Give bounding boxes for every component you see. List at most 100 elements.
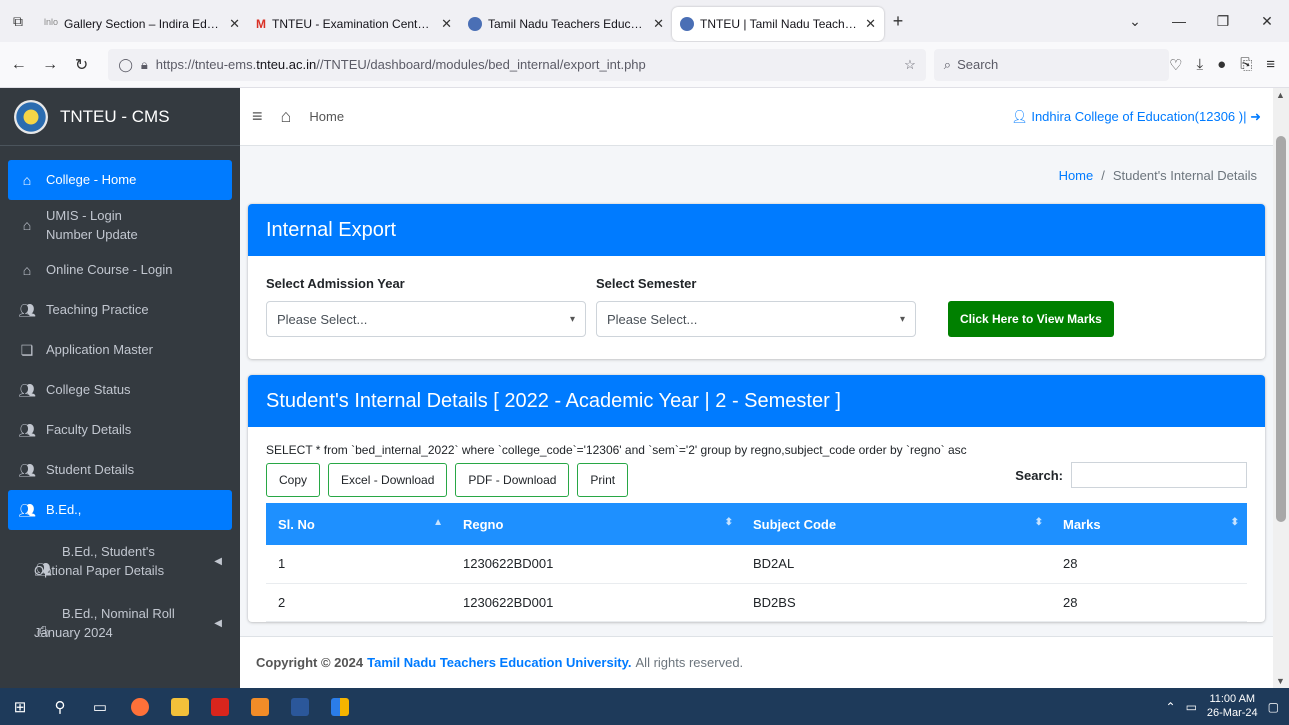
extensions-icon[interactable]: ⎘: [1240, 56, 1252, 74]
close-tab-icon[interactable]: ✕: [229, 16, 240, 32]
semester-select[interactable]: Please Select... ▾: [596, 301, 916, 337]
column-header-marks[interactable]: Marks ⬍: [1051, 503, 1247, 545]
sidebar-item-application-master[interactable]: ❏ Application Master: [8, 330, 232, 370]
view-marks-button[interactable]: Click Here to View Marks: [948, 301, 1114, 337]
paint-app-icon[interactable]: [240, 688, 280, 725]
sidebar-item-student-details[interactable]: 👥︎ Student Details: [8, 450, 232, 490]
page-footer: Copyright © 2024 Tamil Nadu Teachers Edu…: [240, 636, 1273, 688]
sort-icon: ▲: [433, 517, 443, 528]
print-button[interactable]: Print: [577, 463, 629, 497]
column-header-subject-code[interactable]: Subject Code ⬍: [741, 503, 1051, 545]
pocket-icon[interactable]: ♡: [1169, 56, 1182, 74]
tab-title: TNTEU - Examination Centers -: [272, 17, 436, 31]
toolbar-right: ♡ ⤓ ● ⎘ ≡: [1169, 56, 1289, 74]
sidebar-item-umis-login[interactable]: ⌂ UMIS - Login Number Update: [8, 200, 232, 250]
home-icon: ⌂: [22, 217, 32, 233]
url-bar[interactable]: ◯ 🔒︎ https://tnteu-ems.tnteu.ac.in//TNTE…: [108, 48, 926, 81]
close-window-icon[interactable]: ✕: [1245, 13, 1289, 30]
windows-taskbar: ⊞ ⚲ ▭ ⌃ ▭ 11:00 AM 26-Mar-24 ▢: [0, 688, 1289, 725]
favicon-icon: [468, 17, 482, 31]
firefox-icon[interactable]: [120, 688, 160, 725]
copy-button[interactable]: Copy: [266, 463, 321, 497]
column-header-regno[interactable]: Regno ⬍: [451, 503, 741, 545]
column-header-slno[interactable]: Sl. No ▲: [266, 503, 451, 545]
breadcrumb-current: Student's Internal Details: [1112, 167, 1257, 183]
task-view-icon[interactable]: ▭: [80, 688, 120, 725]
sidebar-item-teaching-practice[interactable]: 👥︎ Teaching Practice: [8, 290, 232, 330]
admission-year-label: Select Admission Year: [266, 276, 405, 291]
home-link[interactable]: Home: [309, 109, 344, 124]
search-icon[interactable]: ⚲: [40, 688, 80, 725]
hamburger-icon[interactable]: ≡: [252, 106, 263, 127]
sidebar-item-college-home[interactable]: ⌂ College - Home: [8, 160, 232, 200]
account-icon[interactable]: ●: [1217, 56, 1226, 74]
lock-icon[interactable]: 🔒︎: [141, 57, 148, 73]
sidebar-item-nominal-roll[interactable]: ⎙ B.Ed., Nominal Roll January 2024 ◀: [8, 598, 232, 648]
back-icon[interactable]: ←: [6, 56, 31, 74]
download-icon[interactable]: ⤓: [1197, 56, 1204, 74]
close-tab-icon[interactable]: ✕: [865, 16, 876, 32]
cell-subject-code: BD2BS: [741, 583, 1051, 622]
windows-start-icon[interactable]: ⊞: [0, 688, 40, 725]
word-icon[interactable]: [280, 688, 320, 725]
admission-year-select[interactable]: Please Select... ▾: [266, 301, 586, 337]
window-controls: ⌄ — ❐ ✕: [1113, 13, 1289, 30]
sidebar-item-college-status[interactable]: 👥︎ College Status: [8, 370, 232, 410]
app-icon[interactable]: [320, 688, 360, 725]
tray-chevron-icon[interactable]: ⌃: [1166, 700, 1176, 714]
bookmark-star-icon[interactable]: ☆: [904, 57, 916, 73]
pdf-download-button[interactable]: PDF - Download: [455, 463, 570, 497]
forward-icon[interactable]: →: [37, 56, 62, 74]
breadcrumb-home[interactable]: Home: [1059, 168, 1094, 183]
tab-title: Tamil Nadu Teachers Education: [488, 17, 648, 31]
university-link[interactable]: Tamil Nadu Teachers Education University…: [367, 655, 631, 670]
college-account-link[interactable]: 👤︎ Indhira College of Education(12306 )|…: [1011, 109, 1261, 125]
users-cog-icon: 👥︎: [18, 501, 36, 518]
sql-query-text: SELECT * from `bed_internal_2022` where …: [266, 443, 967, 457]
excel-download-button[interactable]: Excel - Download: [328, 463, 448, 497]
cell-slno: 2: [266, 583, 451, 622]
page-scrollbar[interactable]: ▲ ▼: [1273, 88, 1289, 688]
table-search-input[interactable]: [1071, 462, 1247, 488]
gmail-icon: M: [256, 17, 266, 31]
sidebar-item-optional-paper[interactable]: 👥︎ B.Ed., Student's Optional Paper Detail…: [8, 536, 232, 586]
close-tab-icon[interactable]: ✕: [441, 16, 452, 32]
acrobat-icon[interactable]: [200, 688, 240, 725]
browser-search-box[interactable]: ⌕ Search: [933, 48, 1170, 81]
tab-title: Gallery Section – Indira Educatio: [64, 17, 224, 31]
menu-icon[interactable]: ≡: [1266, 56, 1275, 74]
brand-link[interactable]: TNTEU - CMS: [0, 88, 240, 146]
sidebar-item-faculty-details[interactable]: 👥︎ Faculty Details: [8, 410, 232, 450]
taskbar-clock[interactable]: 11:00 AM 26-Mar-24: [1207, 693, 1258, 721]
sidebar-item-online-course[interactable]: ⌂ Online Course - Login: [8, 250, 232, 290]
url-text[interactable]: https://tnteu-ems.tnteu.ac.in//TNTEU/das…: [156, 57, 896, 72]
users-icon: 👥︎: [18, 421, 36, 438]
file-explorer-icon[interactable]: [160, 688, 200, 725]
new-tab-icon[interactable]: +: [884, 11, 912, 32]
browser-tab-1[interactable]: M TNTEU - Examination Centers - ✕: [248, 7, 460, 41]
close-tab-icon[interactable]: ✕: [653, 16, 664, 32]
restore-icon[interactable]: ❐: [1201, 13, 1245, 30]
internal-export-card: Internal Export Select Admission Year Pl…: [248, 204, 1265, 359]
browser-tab-2[interactable]: Tamil Nadu Teachers Education ✕: [460, 7, 672, 41]
list-all-tabs-icon[interactable]: ⌄: [1113, 13, 1157, 30]
sidebar-item-bed[interactable]: 👥︎ B.Ed.,: [8, 490, 232, 530]
scroll-up-icon[interactable]: ▲: [1276, 90, 1285, 100]
browser-tab-0[interactable]: lnlo Gallery Section – Indira Educatio ✕: [36, 7, 248, 41]
caret-left-icon: ◀: [214, 617, 222, 629]
shield-icon[interactable]: ◯: [118, 57, 133, 73]
home-icon[interactable]: ⌂: [281, 106, 292, 127]
notifications-icon[interactable]: ▢: [1268, 700, 1279, 714]
network-icon[interactable]: ▭: [1186, 700, 1197, 714]
cell-marks: 28: [1051, 583, 1247, 622]
sort-icon: ⬍: [1034, 517, 1043, 528]
content-wrapper: ≡ ⌂ Home 👤︎ Indhira College of Education…: [240, 88, 1273, 688]
browser-tab-3[interactable]: TNTEU | Tamil Nadu Teachers E ✕: [672, 7, 884, 41]
scroll-down-icon[interactable]: ▼: [1276, 676, 1285, 686]
sidebar: TNTEU - CMS ⌂ College - Home ⌂ UMIS - Lo…: [0, 88, 240, 688]
sort-icon: ⬍: [724, 517, 733, 528]
scrollbar-thumb[interactable]: [1276, 136, 1286, 522]
minimize-icon[interactable]: —: [1157, 13, 1201, 30]
reload-icon[interactable]: ↻: [69, 55, 94, 75]
tab-list-icon[interactable]: ⧉: [0, 13, 36, 30]
